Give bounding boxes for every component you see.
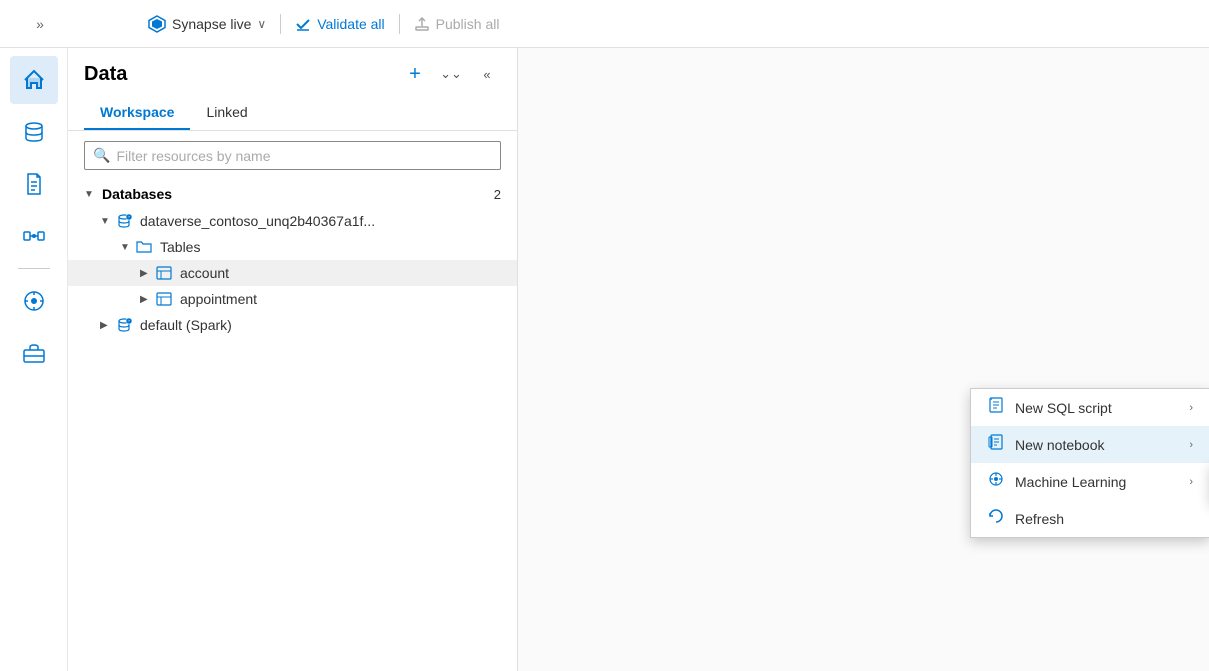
ml-submenu-icon: › [1189, 476, 1193, 488]
validate-icon [295, 16, 311, 32]
new-sql-script-label: New SQL script [1015, 400, 1112, 416]
workspace-chevron-icon: ∨ [257, 17, 266, 31]
appointment-table-item[interactable]: ▶ appointment [68, 286, 517, 312]
home-icon [22, 68, 46, 92]
resource-tree: ▼ Databases 2 ▼ * dataverse_contoso_unq2… [68, 180, 517, 671]
sidebar-divider [18, 268, 50, 269]
tab-linked[interactable]: Linked [190, 96, 263, 130]
topbar: » Synapse live ∨ Validate all Publ [0, 0, 1209, 48]
sidebar-item-document[interactable] [10, 160, 58, 208]
context-menu-item-left-ml: Machine Learning [987, 471, 1126, 492]
search-container: 🔍 [68, 131, 517, 180]
synapse-icon [148, 15, 166, 33]
workspace-selector[interactable]: Synapse live ∨ [172, 16, 266, 32]
database-icon [22, 120, 46, 144]
panel-actions: + ⌄⌄ « [401, 60, 501, 88]
linked-db-icon: * [116, 213, 132, 229]
context-menu: New SQL script › Ne [970, 388, 1209, 538]
publish-all-button[interactable]: Publish all [414, 16, 500, 32]
dataverse-collapse-icon: ▼ [100, 216, 112, 227]
account-table-item[interactable]: ▶ account [68, 260, 517, 286]
tables-folder-item[interactable]: ▼ Tables [68, 234, 517, 260]
validate-all-label: Validate all [317, 16, 384, 32]
panel-header: Data + ⌄⌄ « [68, 48, 517, 96]
monitor-icon [22, 289, 46, 313]
manage-icon [22, 341, 46, 365]
tables-folder-label: Tables [160, 239, 200, 255]
sidebar-item-pipeline[interactable] [10, 212, 58, 260]
topbar-divider [280, 14, 281, 34]
databases-count: 2 [494, 187, 501, 202]
table-icon [156, 265, 172, 281]
appointment-table-label: appointment [180, 291, 257, 307]
collapse-panel-button[interactable]: « [473, 60, 501, 88]
publish-all-label: Publish all [436, 16, 500, 32]
refresh-icon [987, 508, 1005, 529]
search-input[interactable] [116, 148, 492, 164]
table-icon2 [156, 291, 172, 307]
sidebar-item-manage[interactable] [10, 329, 58, 377]
databases-collapse-icon: ▼ [84, 189, 96, 200]
context-menu-item-left-sql: New SQL script [987, 397, 1112, 418]
content-area: New SQL script › Ne [518, 48, 1209, 671]
context-menu-item-left-notebook: New notebook [987, 434, 1105, 455]
add-resource-button[interactable]: + [401, 60, 429, 88]
new-notebook-label: New notebook [1015, 437, 1105, 453]
sidebar-item-database[interactable] [10, 108, 58, 156]
topbar-divider2 [399, 14, 400, 34]
default-spark-expand-icon: ▶ [100, 320, 112, 331]
tables-collapse-icon: ▼ [120, 242, 132, 253]
sql-script-icon [987, 397, 1005, 418]
refresh-label: Refresh [1015, 511, 1064, 527]
machine-learning-label: Machine Learning [1015, 474, 1126, 490]
appointment-expand-icon: ▶ [140, 294, 152, 305]
machine-learning-icon [987, 471, 1005, 492]
context-menu-item-left-refresh: Refresh [987, 508, 1064, 529]
account-table-label: account [180, 265, 229, 281]
context-menu-machine-learning[interactable]: Machine Learning › [971, 463, 1209, 500]
search-box: 🔍 [84, 141, 501, 170]
data-panel: Data + ⌄⌄ « Workspace Linked 🔍 [68, 48, 518, 671]
dataverse-db-label: dataverse_contoso_unq2b40367a1f... [140, 213, 375, 229]
context-menu-refresh[interactable]: Refresh [971, 500, 1209, 537]
search-icon: 🔍 [93, 147, 110, 164]
tabs: Workspace Linked [68, 96, 517, 131]
tab-workspace[interactable]: Workspace [84, 96, 190, 130]
publish-icon [414, 16, 430, 32]
notebook-submenu-icon: › [1189, 439, 1193, 451]
collapse-sidebar-icon[interactable]: » [36, 16, 44, 32]
sidebar-item-monitor[interactable] [10, 277, 58, 325]
document-icon [22, 172, 46, 196]
notebook-icon [987, 434, 1005, 455]
sidebar-item-home[interactable] [10, 56, 58, 104]
context-menu-new-notebook[interactable]: New notebook › [971, 426, 1209, 463]
context-menu-new-sql-script[interactable]: New SQL script › [971, 389, 1209, 426]
databases-label: Databases [102, 186, 488, 202]
pipeline-icon [22, 224, 46, 248]
sidebar-icons [0, 48, 68, 671]
panel-title: Data [84, 63, 127, 86]
sql-script-submenu-icon: › [1189, 402, 1193, 414]
dataverse-db-item[interactable]: ▼ * dataverse_contoso_unq2b40367a1f... [68, 208, 517, 234]
spark-db-icon: * [116, 317, 132, 333]
account-expand-icon: ▶ [140, 268, 152, 279]
databases-section-header[interactable]: ▼ Databases 2 [68, 180, 517, 208]
folder-icon [136, 239, 152, 255]
main-layout: Data + ⌄⌄ « Workspace Linked 🔍 [0, 48, 1209, 671]
default-spark-label: default (Spark) [140, 317, 232, 333]
sort-button[interactable]: ⌄⌄ [437, 60, 465, 88]
workspace-name: Synapse live [172, 16, 251, 32]
default-spark-item[interactable]: ▶ * default (Spark) [68, 312, 517, 338]
validate-all-button[interactable]: Validate all [295, 16, 384, 32]
